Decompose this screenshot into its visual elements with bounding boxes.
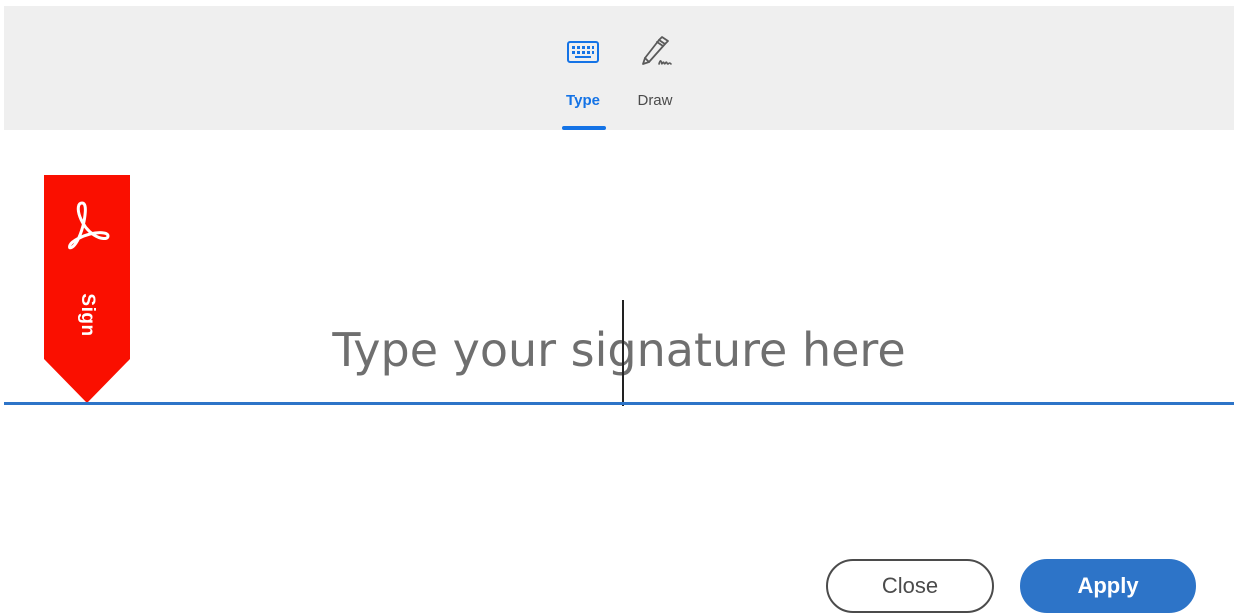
signature-dialog: Type Draw Sign Type your signature here …: [0, 0, 1234, 616]
close-button[interactable]: Close: [826, 559, 994, 613]
apply-button[interactable]: Apply: [1020, 559, 1196, 613]
tab-type[interactable]: Type: [554, 6, 612, 130]
signature-input[interactable]: [4, 300, 1234, 400]
pen-draw-icon: [622, 34, 688, 70]
signature-baseline: [4, 402, 1234, 405]
tab-draw-label: Draw: [637, 92, 673, 109]
tab-type-label: Type: [566, 92, 600, 109]
text-caret: [622, 300, 624, 406]
signature-mode-tabs: Type Draw: [4, 6, 1234, 130]
tab-selected-indicator: [562, 126, 606, 130]
adobe-acrobat-icon: [60, 199, 114, 251]
tab-draw[interactable]: Draw: [622, 6, 688, 130]
keyboard-icon: [554, 34, 612, 70]
